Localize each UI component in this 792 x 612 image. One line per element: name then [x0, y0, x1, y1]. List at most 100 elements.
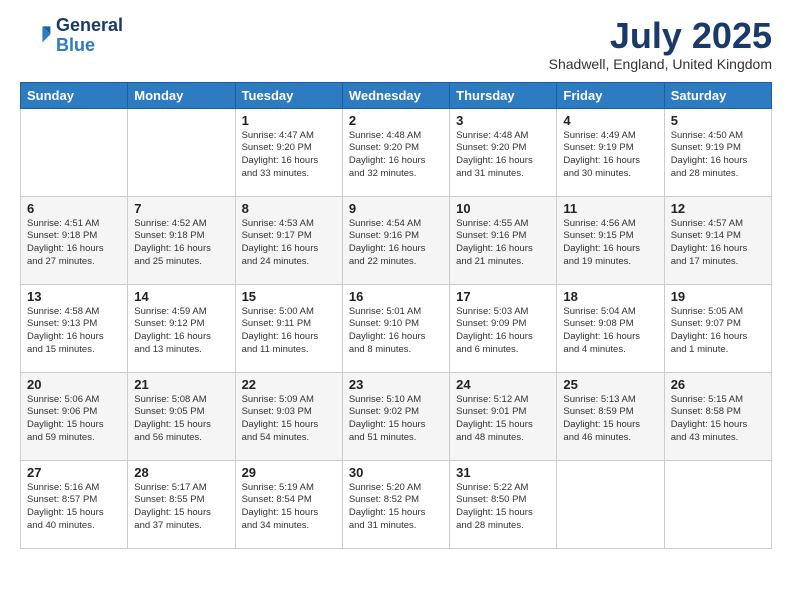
- day-cell: 23 Sunrise: 5:10 AMSunset: 9:02 PMDaylig…: [342, 372, 449, 460]
- day-number: 31: [456, 465, 550, 480]
- day-number: 19: [671, 289, 765, 304]
- day-info: Sunrise: 5:13 AMSunset: 8:59 PMDaylight:…: [563, 394, 657, 445]
- header-wednesday: Wednesday: [342, 82, 449, 108]
- day-number: 3: [456, 113, 550, 128]
- day-info: Sunrise: 4:58 AMSunset: 9:13 PMDaylight:…: [27, 306, 121, 357]
- day-info: Sunrise: 5:09 AMSunset: 9:03 PMDaylight:…: [242, 394, 336, 445]
- day-number: 11: [563, 201, 657, 216]
- day-cell: 31 Sunrise: 5:22 AMSunset: 8:50 PMDaylig…: [450, 460, 557, 548]
- day-number: 5: [671, 113, 765, 128]
- day-info: Sunrise: 4:53 AMSunset: 9:17 PMDaylight:…: [242, 218, 336, 269]
- day-info: Sunrise: 4:50 AMSunset: 9:19 PMDaylight:…: [671, 130, 765, 181]
- day-info: Sunrise: 4:56 AMSunset: 9:15 PMDaylight:…: [563, 218, 657, 269]
- day-info: Sunrise: 5:06 AMSunset: 9:06 PMDaylight:…: [27, 394, 121, 445]
- day-cell: 29 Sunrise: 5:19 AMSunset: 8:54 PMDaylig…: [235, 460, 342, 548]
- day-number: 6: [27, 201, 121, 216]
- day-info: Sunrise: 5:22 AMSunset: 8:50 PMDaylight:…: [456, 482, 550, 533]
- empty-cell: [21, 108, 128, 196]
- empty-cell: [128, 108, 235, 196]
- day-cell: 22 Sunrise: 5:09 AMSunset: 9:03 PMDaylig…: [235, 372, 342, 460]
- day-number: 4: [563, 113, 657, 128]
- day-number: 13: [27, 289, 121, 304]
- day-number: 22: [242, 377, 336, 392]
- day-info: Sunrise: 5:01 AMSunset: 9:10 PMDaylight:…: [349, 306, 443, 357]
- day-number: 12: [671, 201, 765, 216]
- day-number: 9: [349, 201, 443, 216]
- header-row: Sunday Monday Tuesday Wednesday Thursday…: [21, 82, 772, 108]
- day-number: 15: [242, 289, 336, 304]
- day-number: 30: [349, 465, 443, 480]
- day-cell: 20 Sunrise: 5:06 AMSunset: 9:06 PMDaylig…: [21, 372, 128, 460]
- day-cell: 24 Sunrise: 5:12 AMSunset: 9:01 PMDaylig…: [450, 372, 557, 460]
- day-cell: 4 Sunrise: 4:49 AMSunset: 9:19 PMDayligh…: [557, 108, 664, 196]
- day-info: Sunrise: 5:05 AMSunset: 9:07 PMDaylight:…: [671, 306, 765, 357]
- day-cell: 16 Sunrise: 5:01 AMSunset: 9:10 PMDaylig…: [342, 284, 449, 372]
- day-number: 18: [563, 289, 657, 304]
- day-cell: 21 Sunrise: 5:08 AMSunset: 9:05 PMDaylig…: [128, 372, 235, 460]
- day-cell: 12 Sunrise: 4:57 AMSunset: 9:14 PMDaylig…: [664, 196, 771, 284]
- day-cell: 26 Sunrise: 5:15 AMSunset: 8:58 PMDaylig…: [664, 372, 771, 460]
- day-number: 7: [134, 201, 228, 216]
- day-number: 26: [671, 377, 765, 392]
- day-info: Sunrise: 4:48 AMSunset: 9:20 PMDaylight:…: [456, 130, 550, 181]
- day-cell: 6 Sunrise: 4:51 AMSunset: 9:18 PMDayligh…: [21, 196, 128, 284]
- empty-cell: [664, 460, 771, 548]
- day-number: 16: [349, 289, 443, 304]
- day-info: Sunrise: 4:54 AMSunset: 9:16 PMDaylight:…: [349, 218, 443, 269]
- header-monday: Monday: [128, 82, 235, 108]
- day-cell: 25 Sunrise: 5:13 AMSunset: 8:59 PMDaylig…: [557, 372, 664, 460]
- day-info: Sunrise: 4:48 AMSunset: 9:20 PMDaylight:…: [349, 130, 443, 181]
- day-info: Sunrise: 5:10 AMSunset: 9:02 PMDaylight:…: [349, 394, 443, 445]
- day-info: Sunrise: 5:20 AMSunset: 8:52 PMDaylight:…: [349, 482, 443, 533]
- logo: General Blue: [20, 16, 123, 56]
- day-info: Sunrise: 5:12 AMSunset: 9:01 PMDaylight:…: [456, 394, 550, 445]
- day-info: Sunrise: 4:52 AMSunset: 9:18 PMDaylight:…: [134, 218, 228, 269]
- day-cell: 10 Sunrise: 4:55 AMSunset: 9:16 PMDaylig…: [450, 196, 557, 284]
- day-cell: 2 Sunrise: 4:48 AMSunset: 9:20 PMDayligh…: [342, 108, 449, 196]
- day-number: 27: [27, 465, 121, 480]
- header-friday: Friday: [557, 82, 664, 108]
- day-number: 29: [242, 465, 336, 480]
- page: General Blue July 2025 Shadwell, England…: [0, 0, 792, 612]
- day-cell: 1 Sunrise: 4:47 AMSunset: 9:20 PMDayligh…: [235, 108, 342, 196]
- day-cell: 9 Sunrise: 4:54 AMSunset: 9:16 PMDayligh…: [342, 196, 449, 284]
- title-block: July 2025 Shadwell, England, United King…: [549, 16, 772, 72]
- day-cell: 3 Sunrise: 4:48 AMSunset: 9:20 PMDayligh…: [450, 108, 557, 196]
- day-info: Sunrise: 5:19 AMSunset: 8:54 PMDaylight:…: [242, 482, 336, 533]
- day-number: 21: [134, 377, 228, 392]
- logo-icon: [20, 20, 52, 52]
- day-info: Sunrise: 5:08 AMSunset: 9:05 PMDaylight:…: [134, 394, 228, 445]
- day-cell: 7 Sunrise: 4:52 AMSunset: 9:18 PMDayligh…: [128, 196, 235, 284]
- day-number: 2: [349, 113, 443, 128]
- day-number: 24: [456, 377, 550, 392]
- day-cell: 19 Sunrise: 5:05 AMSunset: 9:07 PMDaylig…: [664, 284, 771, 372]
- header-saturday: Saturday: [664, 82, 771, 108]
- day-number: 25: [563, 377, 657, 392]
- empty-cell: [557, 460, 664, 548]
- header: General Blue July 2025 Shadwell, England…: [20, 16, 772, 72]
- day-cell: 18 Sunrise: 5:04 AMSunset: 9:08 PMDaylig…: [557, 284, 664, 372]
- header-tuesday: Tuesday: [235, 82, 342, 108]
- day-info: Sunrise: 5:03 AMSunset: 9:09 PMDaylight:…: [456, 306, 550, 357]
- day-info: Sunrise: 4:51 AMSunset: 9:18 PMDaylight:…: [27, 218, 121, 269]
- day-cell: 14 Sunrise: 4:59 AMSunset: 9:12 PMDaylig…: [128, 284, 235, 372]
- month-title: July 2025: [549, 16, 772, 56]
- day-cell: 11 Sunrise: 4:56 AMSunset: 9:15 PMDaylig…: [557, 196, 664, 284]
- day-cell: 13 Sunrise: 4:58 AMSunset: 9:13 PMDaylig…: [21, 284, 128, 372]
- day-cell: 27 Sunrise: 5:16 AMSunset: 8:57 PMDaylig…: [21, 460, 128, 548]
- day-info: Sunrise: 5:04 AMSunset: 9:08 PMDaylight:…: [563, 306, 657, 357]
- calendar-table: Sunday Monday Tuesday Wednesday Thursday…: [20, 82, 772, 549]
- logo-blue: Blue: [56, 36, 123, 56]
- day-number: 23: [349, 377, 443, 392]
- day-cell: 28 Sunrise: 5:17 AMSunset: 8:55 PMDaylig…: [128, 460, 235, 548]
- day-number: 1: [242, 113, 336, 128]
- day-number: 14: [134, 289, 228, 304]
- day-cell: 5 Sunrise: 4:50 AMSunset: 9:19 PMDayligh…: [664, 108, 771, 196]
- header-sunday: Sunday: [21, 82, 128, 108]
- day-cell: 30 Sunrise: 5:20 AMSunset: 8:52 PMDaylig…: [342, 460, 449, 548]
- day-info: Sunrise: 4:49 AMSunset: 9:19 PMDaylight:…: [563, 130, 657, 181]
- day-info: Sunrise: 5:17 AMSunset: 8:55 PMDaylight:…: [134, 482, 228, 533]
- day-number: 8: [242, 201, 336, 216]
- day-number: 10: [456, 201, 550, 216]
- day-number: 17: [456, 289, 550, 304]
